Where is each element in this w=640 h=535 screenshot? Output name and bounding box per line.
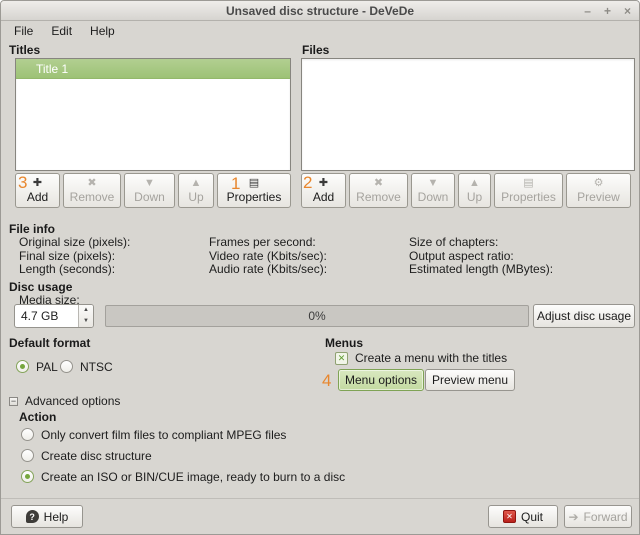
devede-window: Unsaved disc structure - DeVeDe – + × Fi… bbox=[0, 0, 640, 535]
file-info-col1: Original size (pixels): Final size (pixe… bbox=[19, 236, 130, 277]
titles-properties-button[interactable]: 1 ▤ Properties bbox=[217, 173, 291, 208]
forward-button[interactable]: ➔ Forward bbox=[564, 505, 632, 528]
file-info-label: Audio rate (Kbits/sec): bbox=[209, 263, 327, 277]
titles-remove-button[interactable]: ✖ Remove bbox=[63, 173, 121, 208]
radio-icon bbox=[60, 360, 73, 373]
files-list[interactable] bbox=[301, 58, 635, 171]
files-properties-button[interactable]: ▤ Properties bbox=[494, 173, 563, 208]
file-info-label: Original size (pixels): bbox=[19, 236, 130, 250]
default-format-header: Default format bbox=[9, 336, 90, 350]
create-menu-checkbox[interactable]: ✕ Create a menu with the titles bbox=[335, 351, 507, 365]
titles-list[interactable]: Title 1 bbox=[15, 58, 291, 171]
maximize-icon[interactable]: + bbox=[604, 1, 611, 21]
radio-icon bbox=[21, 428, 34, 441]
window-title: Unsaved disc structure - DeVeDe bbox=[226, 4, 414, 18]
files-up-button[interactable]: ▲ Up bbox=[458, 173, 491, 208]
gear-icon: ⚙ bbox=[594, 177, 604, 190]
up-arrow-icon: ▲ bbox=[469, 177, 480, 190]
help-icon: ? bbox=[26, 510, 39, 523]
annotation-2: 2 bbox=[303, 174, 312, 191]
files-toolbar: 2 ✚ Add ✖ Remove ▼ Down ▲ Up ▤ Propertie… bbox=[301, 173, 635, 208]
titlebar: Unsaved disc structure - DeVeDe – + × bbox=[1, 1, 639, 21]
preview-menu-button[interactable]: Preview menu bbox=[425, 369, 515, 391]
annotation-4: 4 bbox=[322, 372, 331, 389]
down-arrow-icon: ▼ bbox=[428, 177, 439, 190]
spin-up-icon[interactable]: ▲ bbox=[79, 305, 93, 316]
spin-down-icon[interactable]: ▼ bbox=[79, 316, 93, 327]
checkbox-checked-icon: ✕ bbox=[335, 352, 348, 365]
footer-separator bbox=[1, 498, 639, 499]
minimize-icon[interactable]: – bbox=[584, 1, 591, 21]
disc-usage-progressbar: 0% bbox=[105, 305, 529, 327]
titles-header: Titles bbox=[9, 43, 40, 57]
spinner-arrows: ▲ ▼ bbox=[78, 305, 93, 327]
titles-add-button[interactable]: 3 ✚ Add bbox=[15, 173, 60, 208]
file-info-label: Final size (pixels): bbox=[19, 250, 130, 264]
menu-edit[interactable]: Edit bbox=[42, 22, 81, 41]
file-info-label: Frames per second: bbox=[209, 236, 327, 250]
files-preview-button[interactable]: ⚙ Preview bbox=[566, 173, 631, 208]
plus-icon: ✚ bbox=[319, 177, 328, 190]
action-header: Action bbox=[19, 410, 56, 424]
files-remove-button[interactable]: ✖ Remove bbox=[349, 173, 408, 208]
titles-up-button[interactable]: ▲ Up bbox=[178, 173, 214, 208]
radio-selected-icon bbox=[21, 470, 34, 483]
file-info-col3: Size of chapters: Output aspect ratio: E… bbox=[409, 236, 553, 277]
menubar: File Edit Help bbox=[1, 22, 639, 41]
quit-icon: ✕ bbox=[503, 510, 516, 523]
media-size-value: 4.7 GB DVD bbox=[15, 305, 78, 327]
properties-icon: ▤ bbox=[523, 177, 533, 190]
files-add-button[interactable]: 2 ✚ Add bbox=[301, 173, 346, 208]
quit-button[interactable]: ✕ Quit bbox=[488, 505, 558, 528]
adjust-disc-usage-button[interactable]: Adjust disc usage bbox=[533, 304, 635, 328]
menus-header: Menus bbox=[325, 336, 363, 350]
advanced-options-expander[interactable]: − Advanced options bbox=[9, 394, 120, 408]
remove-icon: ✖ bbox=[87, 177, 96, 190]
file-info-label: Output aspect ratio: bbox=[409, 250, 553, 264]
forward-arrow-icon: ➔ bbox=[568, 511, 578, 523]
menu-file[interactable]: File bbox=[5, 22, 42, 41]
down-arrow-icon: ▼ bbox=[144, 177, 155, 190]
titles-down-button[interactable]: ▼ Down bbox=[124, 173, 175, 208]
radio-selected-icon bbox=[16, 360, 29, 373]
disc-usage-header: Disc usage bbox=[9, 280, 72, 294]
menu-options-button[interactable]: Menu options bbox=[338, 369, 424, 391]
files-header: Files bbox=[302, 43, 329, 57]
file-info-col2: Frames per second: Video rate (Kbits/sec… bbox=[209, 236, 327, 277]
annotation-3: 3 bbox=[18, 174, 27, 191]
help-button[interactable]: ? Help bbox=[11, 505, 83, 528]
titles-toolbar: 3 ✚ Add ✖ Remove ▼ Down ▲ Up 1 ▤ Propert… bbox=[15, 173, 291, 208]
close-icon[interactable]: × bbox=[624, 1, 631, 21]
menu-help[interactable]: Help bbox=[81, 22, 124, 41]
pal-radio[interactable]: PAL bbox=[16, 359, 58, 374]
action-disc-structure-radio[interactable]: Create disc structure bbox=[21, 448, 152, 463]
radio-icon bbox=[21, 449, 34, 462]
annotation-1: 1 bbox=[231, 175, 240, 192]
window-controls: – + × bbox=[584, 1, 631, 21]
file-info-header: File info bbox=[9, 222, 55, 236]
file-info-label: Video rate (Kbits/sec): bbox=[209, 250, 327, 264]
file-info-label: Length (seconds): bbox=[19, 263, 130, 277]
action-iso-image-radio[interactable]: Create an ISO or BIN/CUE image, ready to… bbox=[21, 469, 345, 484]
file-info-label: Estimated length (MBytes): bbox=[409, 263, 553, 277]
files-down-button[interactable]: ▼ Down bbox=[411, 173, 455, 208]
up-arrow-icon: ▲ bbox=[191, 177, 202, 190]
remove-icon: ✖ bbox=[374, 177, 383, 190]
plus-icon: ✚ bbox=[33, 177, 42, 190]
title-list-item[interactable]: Title 1 bbox=[16, 59, 290, 79]
properties-icon: ▤ bbox=[249, 177, 259, 190]
collapse-icon[interactable]: − bbox=[9, 397, 18, 406]
file-info-label: Size of chapters: bbox=[409, 236, 553, 250]
ntsc-radio[interactable]: NTSC bbox=[60, 359, 113, 374]
action-convert-radio[interactable]: Only convert film files to compliant MPE… bbox=[21, 427, 286, 442]
media-size-spinner[interactable]: 4.7 GB DVD ▲ ▼ bbox=[14, 304, 94, 328]
